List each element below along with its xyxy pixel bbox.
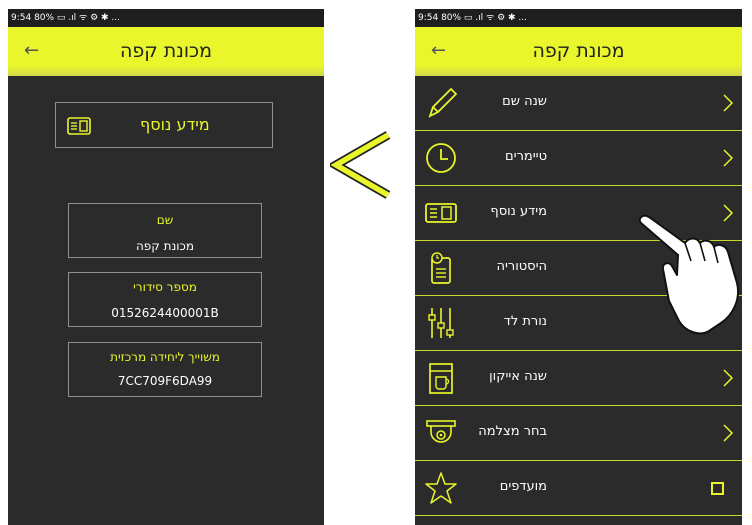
serial-field: מספר סידורי 0152624400001B <box>68 272 262 327</box>
chevron-right-icon <box>723 94 734 112</box>
menu-item-label: מידע נוסף <box>490 204 547 219</box>
hub-label: משוייך ליחידה מרכזית <box>110 350 220 364</box>
name-field: שם מכונת קפה <box>68 203 262 258</box>
device-menu-screen: 9:54 80% ▭ .ıl ᯤ ⚙ ✱ ... ← מכונת קפה שנה… <box>415 9 742 525</box>
menu-item-label: שנה אייקון <box>489 369 547 384</box>
pencil-icon <box>428 87 458 118</box>
chevron-right-icon <box>723 369 734 387</box>
hub-value: 7CC709F6DA99 <box>117 374 213 388</box>
chevron-right-icon <box>723 149 734 167</box>
history-icon <box>431 252 451 284</box>
menu-item-label: היסטוריה <box>496 259 547 274</box>
favorites-checkbox[interactable] <box>711 482 724 495</box>
menu-item-camera[interactable]: בחר מצלמה <box>415 406 742 461</box>
status-bar: 9:54 80% ▭ .ıl ᯤ ⚙ ✱ ... <box>415 9 742 27</box>
name-label: שם <box>156 213 174 227</box>
page-title: מכונת קפה <box>119 40 213 62</box>
transition-arrow-icon <box>330 131 391 199</box>
menu-item-label: בחר מצלמה <box>478 424 547 439</box>
tap-hand-icon <box>638 214 739 335</box>
led-sliders-icon <box>428 308 454 338</box>
clock-icon <box>426 143 456 173</box>
menu-item-label: טיימרים <box>505 149 547 164</box>
id-card-icon <box>425 203 457 223</box>
hub-field: משוייך ליחידה מרכזית 7CC709F6DA99 <box>68 342 262 397</box>
app-bar: ← מכונת קפה <box>8 27 324 76</box>
name-value: מכונת קפה <box>135 239 195 253</box>
chevron-right-icon <box>723 424 734 442</box>
menu-item-label: נורת לד <box>503 314 547 329</box>
menu-item-label: שנה שם <box>502 94 547 109</box>
serial-value: 0152624400001B <box>111 306 219 320</box>
menu-item-timers[interactable]: טיימרים <box>415 131 742 186</box>
app-bar: ← מכונת קפה <box>415 27 742 76</box>
status-bar: 9:54 80% ▭ .ıl ᯤ ⚙ ✱ ... <box>8 9 324 27</box>
page-title: מכונת קפה <box>532 40 625 62</box>
menu-item-label: מועדפים <box>499 479 547 494</box>
detail-screen: 9:54 80% ▭ .ıl ᯤ ⚙ ✱ ... ← מכונת קפה מיד… <box>8 9 324 525</box>
star-icon <box>425 472 457 504</box>
camera-icon <box>426 420 456 443</box>
menu-item-rename[interactable]: שנה שם <box>415 76 742 131</box>
menu-item-favorites[interactable]: מועדפים <box>415 461 742 516</box>
more-info-label: מידע נוסף <box>140 115 210 134</box>
serial-label: מספר סידורי <box>133 280 197 294</box>
more-info-button[interactable]: מידע נוסף <box>55 102 273 148</box>
id-card-icon <box>67 117 91 135</box>
coffee-machine-icon <box>429 363 453 394</box>
menu-item-change-icon[interactable]: שנה אייקון <box>415 351 742 406</box>
